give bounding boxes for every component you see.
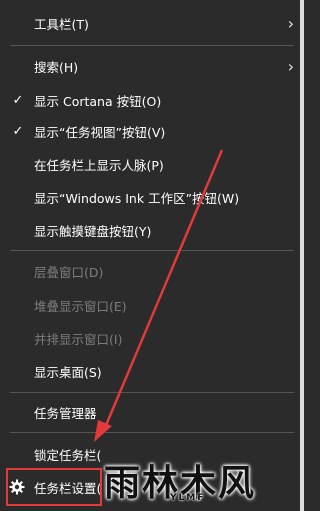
annotation-arrow [94,149,224,442]
watermark-sub-text: YLMF [170,493,206,503]
watermark-logo: 雨林木风 YLMF [100,450,300,508]
